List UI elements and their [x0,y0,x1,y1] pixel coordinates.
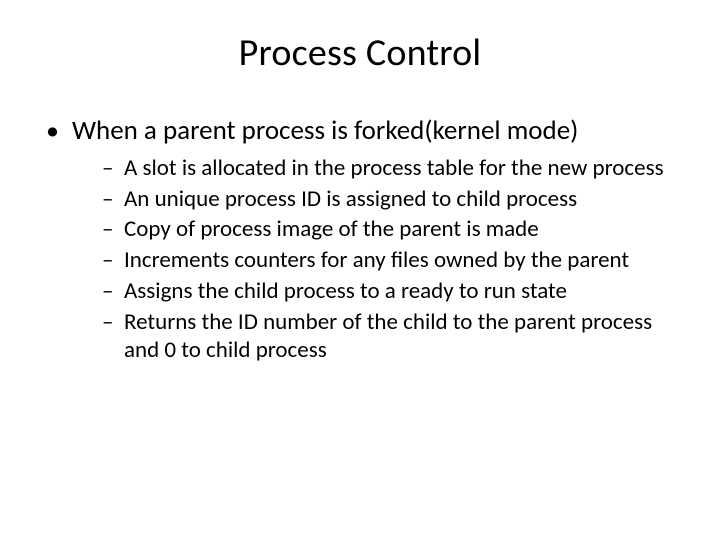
sub-bullet-text: An unique process ID is assigned to chil… [124,185,577,213]
bullet-item: When a parent process is forked(kernel m… [46,114,680,365]
sub-bullet-text: A slot is allocated in the process table… [124,154,664,182]
sub-bullet-item: Copy of process image of the parent is m… [102,215,680,244]
sub-bullet-text: Increments counters for any files owned … [124,246,629,274]
sub-bullet-item: Increments counters for any files owned … [102,246,680,275]
sub-bullet-item: A slot is allocated in the process table… [102,154,680,183]
slide: Process Control When a parent process is… [0,0,720,540]
sub-bullet-item: Assigns the child process to a ready to … [102,277,680,306]
slide-title: Process Control [40,30,680,76]
sub-bullet-item: Returns the ID number of the child to th… [102,308,680,366]
bullet-list-level1: When a parent process is forked(kernel m… [40,114,680,365]
sub-bullet-text: Returns the ID number of the child to th… [124,308,652,365]
sub-bullet-text: Copy of process image of the parent is m… [124,215,539,243]
bullet-text: When a parent process is forked(kernel m… [72,114,578,147]
sub-bullet-item: An unique process ID is assigned to chil… [102,185,680,214]
sub-bullet-text: Assigns the child process to a ready to … [124,277,567,305]
bullet-list-level2: A slot is allocated in the process table… [72,154,680,365]
